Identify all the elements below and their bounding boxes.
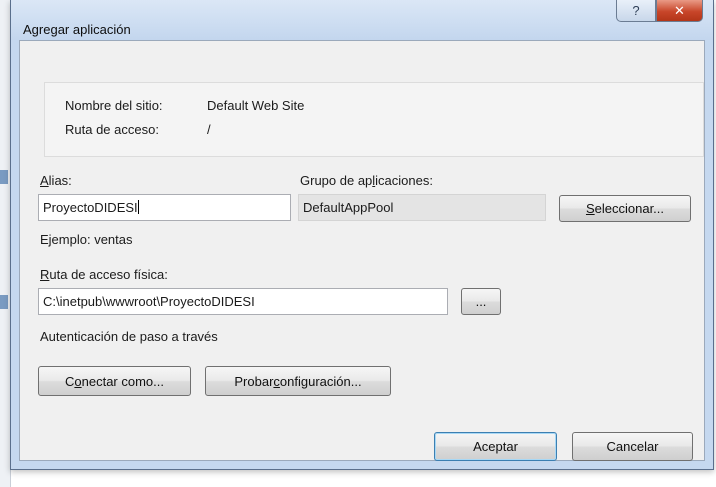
ok-button[interactable]: Aceptar <box>434 432 557 461</box>
dialog-body: Nombre del sitio: Default Web Site Ruta … <box>19 40 705 461</box>
alias-label: Alias: <box>40 173 72 188</box>
cancel-button[interactable]: Cancelar <box>572 432 693 461</box>
help-button[interactable]: ? <box>616 0 656 22</box>
background-icon <box>0 295 8 309</box>
select-app-pool-button[interactable]: Seleccionar... <box>559 195 691 222</box>
site-name-value: Default Web Site <box>207 98 305 113</box>
path-value: / <box>207 122 211 137</box>
close-button[interactable]: ✕ <box>656 0 703 22</box>
path-label: Ruta de acceso: <box>65 122 159 137</box>
dialog-title: Agregar aplicación <box>23 22 131 37</box>
text-caret <box>137 200 139 214</box>
add-application-dialog: Agregar aplicación ? ✕ Nombre del sitio:… <box>10 0 714 470</box>
alias-input[interactable]: ProyectoDIDESI <box>38 194 291 221</box>
connect-as-button[interactable]: Co nectar como... <box>38 366 191 396</box>
alias-example-text: Ejemplo: ventas <box>40 232 133 247</box>
question-mark-icon: ? <box>632 3 640 18</box>
title-bar[interactable]: Agregar aplicación ? ✕ <box>11 0 713 40</box>
app-pool-label: Grupo de aplicaciones: <box>300 173 433 188</box>
pass-through-auth-text: Autenticación de paso a través <box>40 329 218 344</box>
physical-path-label: Ruta de acceso física: <box>40 267 168 282</box>
app-pool-field: DefaultAppPool <box>298 194 546 221</box>
browse-button[interactable]: ... <box>461 288 501 315</box>
test-settings-button[interactable]: Probar c onfiguración... <box>205 366 391 396</box>
site-info-panel: Nombre del sitio: Default Web Site Ruta … <box>44 82 704 157</box>
background-icon <box>0 170 8 184</box>
close-icon: ✕ <box>674 2 685 18</box>
physical-path-input[interactable]: C:\inetpub\wwwroot\ProyectoDIDESI <box>38 288 448 315</box>
site-name-label: Nombre del sitio: <box>65 98 163 113</box>
